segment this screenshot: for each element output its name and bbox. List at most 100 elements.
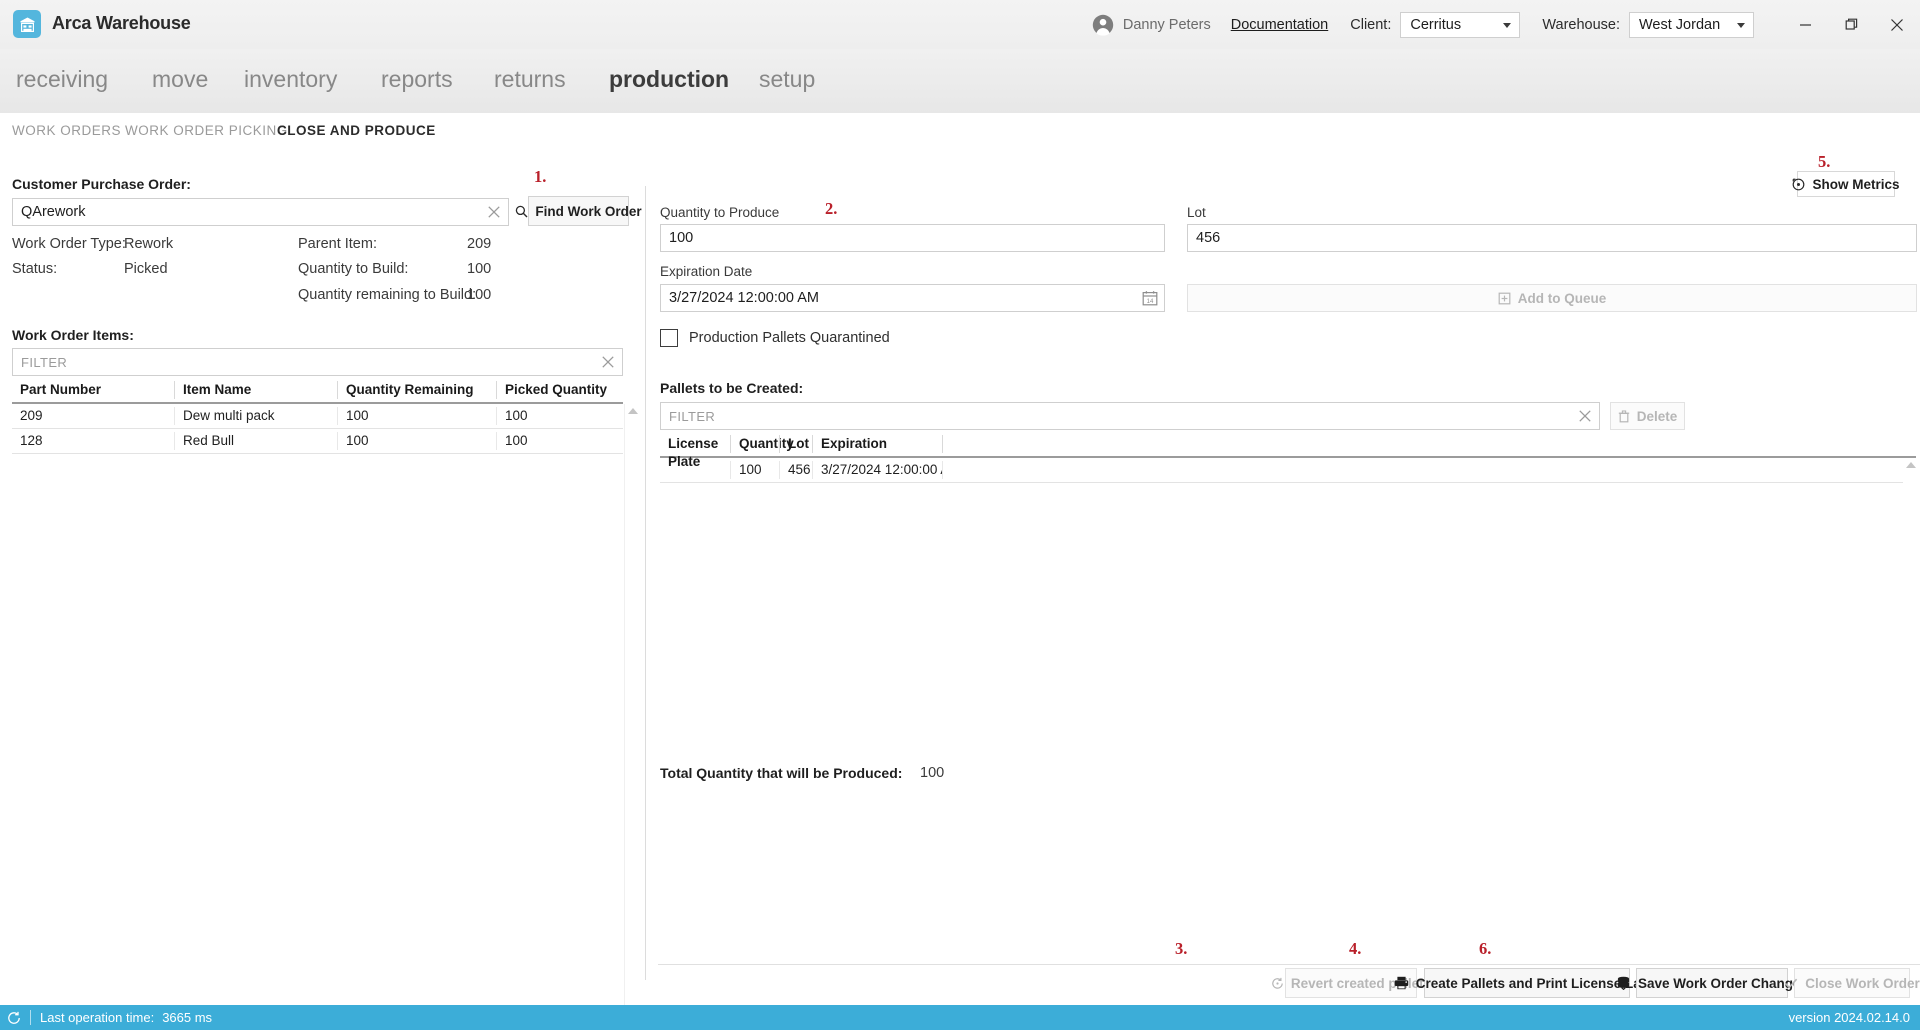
production-pallets-quarantined-row[interactable]: Production Pallets Quarantined: [660, 329, 890, 347]
last-operation-value: 3665 ms: [162, 1010, 213, 1025]
clear-icon[interactable]: [601, 355, 615, 369]
customer-purchase-order-value: QArework: [21, 204, 86, 220]
find-work-order-label: Find Work Order: [535, 203, 642, 219]
client-value: Cerritus: [1410, 16, 1462, 33]
save-work-order-changes-button[interactable]: Save Work Order Changes: [1617, 968, 1808, 998]
total-quantity-label: Total Quantity that will be Produced:: [660, 765, 903, 781]
quantity-to-produce-label: Quantity to Produce: [660, 205, 780, 220]
clear-icon[interactable]: [487, 205, 501, 219]
column-spacer[interactable]: [942, 435, 1916, 453]
maximize-button[interactable]: [1828, 0, 1874, 49]
expiration-date-label: Expiration Date: [660, 264, 753, 279]
add-to-queue-button: Add to Queue: [1187, 284, 1917, 312]
calendar-icon[interactable]: 14: [1142, 290, 1158, 306]
client-dropdown[interactable]: Cerritus: [1400, 11, 1521, 38]
nav-item-setup[interactable]: setup: [759, 66, 815, 93]
refresh-icon[interactable]: [7, 1011, 21, 1025]
quantity-to-produce-input[interactable]: 100: [660, 224, 1165, 252]
find-work-order-button[interactable]: Find Work Order: [516, 196, 642, 226]
metrics-icon: [1792, 178, 1805, 191]
warehouse-dropdown[interactable]: West Jordan: [1629, 11, 1754, 38]
quantity-to-build-label: Quantity to Build:: [298, 261, 409, 277]
marker-2: 2.: [825, 199, 838, 218]
status-value: Picked: [124, 261, 168, 277]
column-picked-quantity[interactable]: Picked Quantity: [496, 381, 623, 399]
nav-item-production[interactable]: production: [609, 66, 729, 93]
parent-item-value: 209: [467, 236, 492, 252]
production-pallets-quarantined-label: Production Pallets Quarantined: [689, 330, 890, 346]
column-quantity[interactable]: Quantity: [730, 435, 794, 453]
work-order-type-label: Work Order Type:: [12, 236, 126, 252]
lot-input[interactable]: 456: [1187, 224, 1917, 252]
delete-pallet-button: Delete: [1610, 402, 1685, 430]
nav-item-reports[interactable]: reports: [381, 66, 453, 93]
last-operation-label: Last operation time:: [40, 1010, 155, 1025]
customer-purchase-order-input[interactable]: QArework: [12, 198, 509, 226]
revert-label: Revert created pallets: [1290, 975, 1432, 991]
chevron-down-icon: [1503, 22, 1512, 28]
column-quantity-remaining[interactable]: Quantity Remaining: [337, 381, 496, 399]
database-save-icon: [1616, 976, 1631, 990]
clear-icon[interactable]: [1578, 409, 1592, 423]
cell-item-name: Red Bull: [174, 432, 337, 450]
pallets-filter-input[interactable]: FILTER: [660, 402, 1600, 430]
chevron-down-icon: [1737, 22, 1745, 28]
work-order-items-filter-input[interactable]: FILTER: [12, 348, 623, 376]
delete-label: Delete: [1636, 408, 1678, 424]
title-bar-right: Danny Peters Documentation Client: Cerri…: [1092, 0, 1920, 49]
tab-close-and-produce[interactable]: CLOSE AND PRODUCE: [277, 123, 436, 138]
quantity-remaining-value: 100: [467, 287, 492, 303]
minimize-button[interactable]: [1782, 0, 1828, 49]
column-expiration[interactable]: Expiration: [812, 435, 942, 453]
pallets-to-be-created-table: License Plate Quantity Lot Expiration 10…: [660, 432, 1916, 483]
status-bar: Last operation time: 3665 ms version 202…: [0, 1005, 1920, 1030]
tab-work-order-picking[interactable]: WORK ORDER PICKING: [125, 123, 288, 138]
tab-work-orders[interactable]: WORK ORDERS: [12, 123, 121, 138]
scroll-up-icon[interactable]: [628, 408, 638, 414]
table-row[interactable]: 128 Red Bull 100 100: [12, 429, 623, 454]
cell-quantity-remaining: 100: [337, 432, 496, 450]
status-divider: [30, 1010, 31, 1025]
show-metrics-button[interactable]: Show Metrics: [1793, 171, 1900, 197]
warehouse-icon: [13, 10, 41, 38]
trash-icon: [1618, 409, 1630, 423]
cell-spacer: [942, 461, 1916, 479]
column-part-number[interactable]: Part Number: [12, 381, 174, 399]
cell-picked-quantity: 100: [496, 432, 623, 450]
expiration-date-value: 3/27/2024 12:00:00 AM: [669, 290, 819, 306]
pallets-table-scrollbar[interactable]: [1903, 458, 1920, 1030]
add-to-queue-label: Add to Queue: [1517, 290, 1607, 306]
expiration-date-input[interactable]: 3/27/2024 12:00:00 AM 14: [660, 284, 1165, 312]
main-navigation: receiving move inventory reports returns…: [0, 49, 1920, 113]
nav-item-inventory[interactable]: inventory: [244, 66, 337, 93]
table-header-row: License Plate Quantity Lot Expiration: [660, 432, 1916, 469]
cell-quantity-remaining: 100: [337, 407, 496, 425]
column-lot[interactable]: Lot: [779, 435, 812, 453]
work-order-type-value: Rework: [124, 236, 174, 252]
user-name: Danny Peters: [1122, 16, 1211, 33]
lot-label: Lot: [1187, 205, 1206, 220]
nav-item-move[interactable]: move: [152, 66, 208, 93]
left-panel-scrollbar[interactable]: [624, 404, 641, 1030]
create-pallets-and-print-button[interactable]: Create Pallets and Print License Label: [1394, 968, 1660, 998]
table-row[interactable]: 209 Dew multi pack 100 100: [12, 404, 623, 429]
column-license-plate[interactable]: License Plate: [660, 435, 730, 469]
documentation-link[interactable]: Documentation: [1231, 17, 1329, 33]
scroll-up-icon[interactable]: [1906, 462, 1916, 468]
status-label: Status:: [12, 261, 58, 277]
search-icon: [515, 205, 528, 218]
table-row[interactable]: 100 456 3/27/2024 12:00:00 AM: [660, 458, 1916, 483]
revert-icon: [1271, 977, 1284, 990]
sub-tabs: WORK ORDERS WORK ORDER PICKING CLOSE AND…: [0, 113, 1920, 151]
lot-value: 456: [1196, 230, 1221, 246]
column-item-name[interactable]: Item Name: [174, 381, 337, 399]
client-label: Client:: [1350, 16, 1392, 33]
panel-divider: [645, 186, 646, 980]
nav-item-receiving[interactable]: receiving: [16, 66, 108, 93]
nav-item-returns[interactable]: returns: [494, 66, 566, 93]
version-label: version 2024.02.14.0: [1788, 1010, 1910, 1025]
production-pallets-quarantined-checkbox[interactable]: [660, 329, 678, 347]
close-button[interactable]: [1874, 0, 1920, 49]
quantity-to-produce-value: 100: [669, 230, 694, 246]
quantity-remaining-label: Quantity remaining to Build:: [298, 287, 477, 303]
